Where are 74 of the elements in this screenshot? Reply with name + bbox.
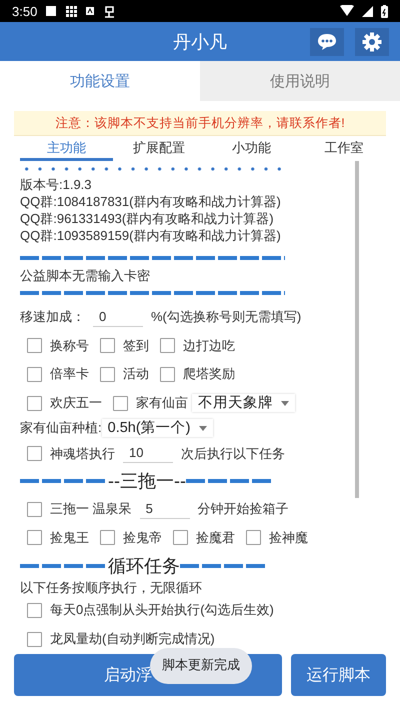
sub-tab[interactable]: 工作室	[298, 139, 390, 161]
caret-icon	[198, 426, 207, 431]
checkbox-label: 每天0点强制从头开始执行(勾选后生效)	[50, 602, 274, 618]
status-time: 3:50	[12, 4, 38, 18]
checkbox[interactable]	[27, 338, 42, 354]
field-hint: 次后执行以下任务	[181, 446, 285, 462]
info-text: 以下任务按顺序执行，无限循环	[20, 579, 203, 596]
checkbox-label: 家有仙亩	[136, 395, 188, 412]
run-button[interactable]: 运行脚本	[291, 654, 386, 696]
info-text: QQ群:1093589159(群内有攻略和战力计算器)	[20, 227, 282, 244]
checkbox[interactable]	[100, 338, 115, 354]
info-text: QQ群:961331493(群内有攻略和战力计算器)	[20, 210, 275, 227]
checkbox-label: 倍率卡	[50, 366, 89, 382]
update-toast: 脚本更新完成	[150, 648, 252, 684]
field-hint: 分钟开始捡箱子	[198, 501, 289, 518]
scrollbar[interactable]	[355, 161, 359, 498]
checkbox-label: 捡鬼帝	[123, 530, 162, 546]
section-title: 循环任务	[108, 554, 180, 578]
checkbox-label: 捡魔君	[196, 530, 235, 546]
app-icon	[85, 6, 96, 16]
input-field[interactable]: 10	[123, 444, 173, 464]
checkbox[interactable]	[160, 366, 175, 382]
dropdown[interactable]: 0.5h(第一个)	[102, 419, 213, 438]
checkbox-label: 换称号	[50, 338, 89, 354]
field-label: 移速加成：	[20, 309, 85, 326]
checkbox[interactable]	[246, 530, 261, 546]
app-notification-icon	[103, 4, 116, 18]
checkbox-label: 欢庆五一	[50, 395, 102, 412]
signal-icon	[362, 6, 373, 16]
grid-icon	[65, 5, 78, 17]
checkbox-label: 捡鬼王	[50, 530, 89, 546]
checkbox-label: 边打边吃	[183, 338, 235, 354]
tab[interactable]: 使用说明	[200, 61, 400, 101]
notification-icon	[45, 5, 58, 17]
checkbox-label: 签到	[123, 338, 149, 354]
info-text: 版本号:1.9.3	[20, 176, 93, 193]
checkbox[interactable]	[100, 530, 115, 546]
checkbox[interactable]	[27, 602, 42, 618]
checkbox-label: 三拖一 温泉呆	[50, 501, 132, 518]
checkbox[interactable]	[27, 446, 42, 462]
settings-icon	[362, 32, 382, 52]
checkbox-label: 神魂塔执行	[50, 446, 115, 462]
checkbox-label: 龙凤量劫(自动判断完成情况)	[50, 631, 215, 648]
chat-icon	[317, 32, 337, 50]
note-text: 公益脚本无需输入卡密	[20, 267, 151, 284]
sub-tab[interactable]: 主功能	[20, 139, 112, 161]
checkbox[interactable]	[100, 366, 115, 382]
input-field[interactable]: 5	[140, 500, 190, 519]
field-hint: %(勾选换称号则无需填写)	[151, 309, 302, 326]
checkbox[interactable]	[160, 338, 175, 354]
checkbox-label: 活动	[123, 366, 149, 382]
dropdown[interactable]: 不用天象牌	[192, 394, 295, 412]
warning-banner: 注意：该脚本不支持当前手机分辨率，请联系作者!	[14, 111, 386, 136]
sub-tab[interactable]: 小功能	[205, 139, 298, 161]
app-title: 丹小凡	[172, 30, 228, 54]
checkbox[interactable]	[27, 502, 42, 517]
checkbox[interactable]	[27, 530, 42, 546]
info-text: QQ群:1084187831(群内有攻略和战力计算器)	[20, 193, 282, 210]
checkbox[interactable]	[27, 632, 42, 647]
checkbox[interactable]	[113, 396, 128, 411]
battery-icon	[381, 4, 388, 18]
chat-button[interactable]	[310, 28, 344, 56]
checkbox[interactable]	[27, 396, 42, 411]
section-title: --三拖一--	[108, 470, 186, 494]
sub-tab[interactable]: 扩展配置	[112, 139, 205, 161]
settings-button[interactable]	[355, 28, 389, 56]
checkbox[interactable]	[173, 530, 188, 546]
caret-icon	[281, 400, 289, 406]
input-field[interactable]: 0	[93, 308, 143, 327]
wifi-icon	[340, 5, 354, 17]
checkbox-label: 爬塔奖励	[183, 366, 235, 382]
checkbox-label: 捡神魔	[269, 530, 308, 546]
checkbox[interactable]	[27, 366, 42, 382]
field-label: 家有仙亩种植:	[20, 420, 102, 436]
